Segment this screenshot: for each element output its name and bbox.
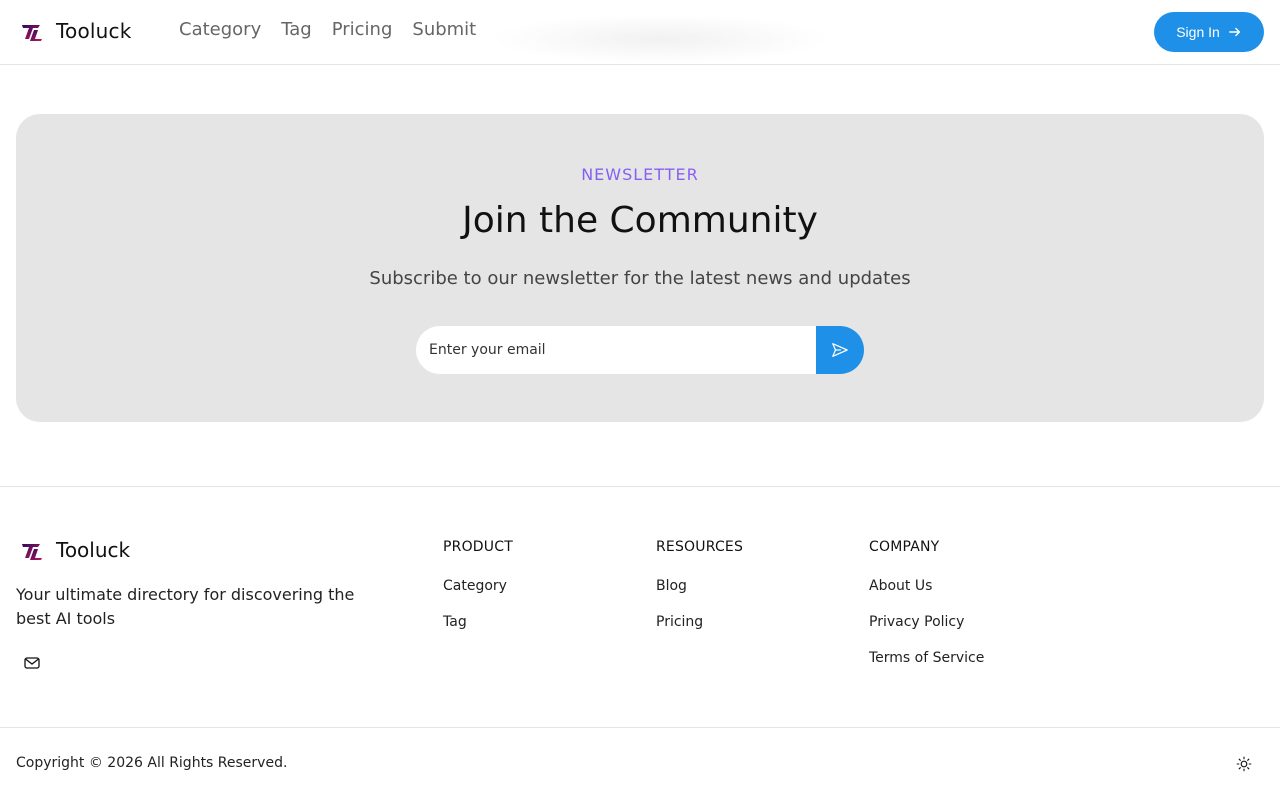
header-glow [490,14,830,64]
send-icon [832,343,848,357]
logo-icon[interactable] [20,20,44,44]
newsletter-eyebrow: NEWSLETTER [16,165,1264,184]
nav-pricing[interactable]: Pricing [332,19,393,40]
copyright-text: Copyright © 2026 All Rights Reserved. [16,755,288,771]
newsletter-form [416,326,864,374]
sun-icon [1236,756,1252,772]
footer-logo-icon[interactable] [20,539,44,567]
footer-column-title: RESOURCES [656,539,744,555]
footer-column-title: PRODUCT [443,539,513,555]
footer-link-blog[interactable]: Blog [656,577,743,595]
footer-divider [0,486,1280,487]
footer-link-category[interactable]: Category [443,577,513,595]
nav-submit[interactable]: Submit [412,19,476,40]
newsletter-subtitle: Subscribe to our newsletter for the late… [369,268,911,289]
email-input[interactable] [416,326,826,374]
footer-link-about-us[interactable]: About Us [869,577,984,595]
footer-brand-name[interactable]: Tooluck [56,538,130,562]
footer-column-company: COMPANY About Us Privacy Policy Terms of… [869,539,984,685]
footer-link-privacy-policy[interactable]: Privacy Policy [869,613,984,631]
tooluck-logo-icon [22,25,42,41]
theme-toggle-button[interactable] [1234,754,1254,774]
footer-column-title: COMPANY [869,539,940,555]
newsletter-title: Join the Community [462,200,818,241]
nav-tag[interactable]: Tag [281,19,311,40]
arrow-right-icon [1228,27,1240,37]
footer-link-pricing[interactable]: Pricing [656,613,743,631]
sign-in-button[interactable]: Sign In [1154,12,1264,52]
footer-description: Your ultimate directory for discovering … [16,585,355,628]
footer-link-terms-of-service[interactable]: Terms of Service [869,649,984,667]
tooluck-logo-icon [22,544,42,560]
footer-column-product: PRODUCT Category Tag [443,539,513,649]
newsletter-section: NEWSLETTER Join the Community Subscribe … [16,114,1264,422]
footer-bottom-divider [0,727,1280,728]
footer-link-tag[interactable]: Tag [443,613,513,631]
site-header: Tooluck Category Tag Pricing Submit Sign… [0,0,1280,65]
nav-category[interactable]: Category [179,19,261,40]
subscribe-button[interactable] [816,326,864,374]
main-nav: Category Tag Pricing Submit [179,19,476,40]
sign-in-label: Sign In [1176,24,1220,40]
footer-column-resources: RESOURCES Blog Pricing [656,539,743,649]
brand-name[interactable]: Tooluck [56,19,132,43]
mail-icon[interactable] [22,654,42,672]
